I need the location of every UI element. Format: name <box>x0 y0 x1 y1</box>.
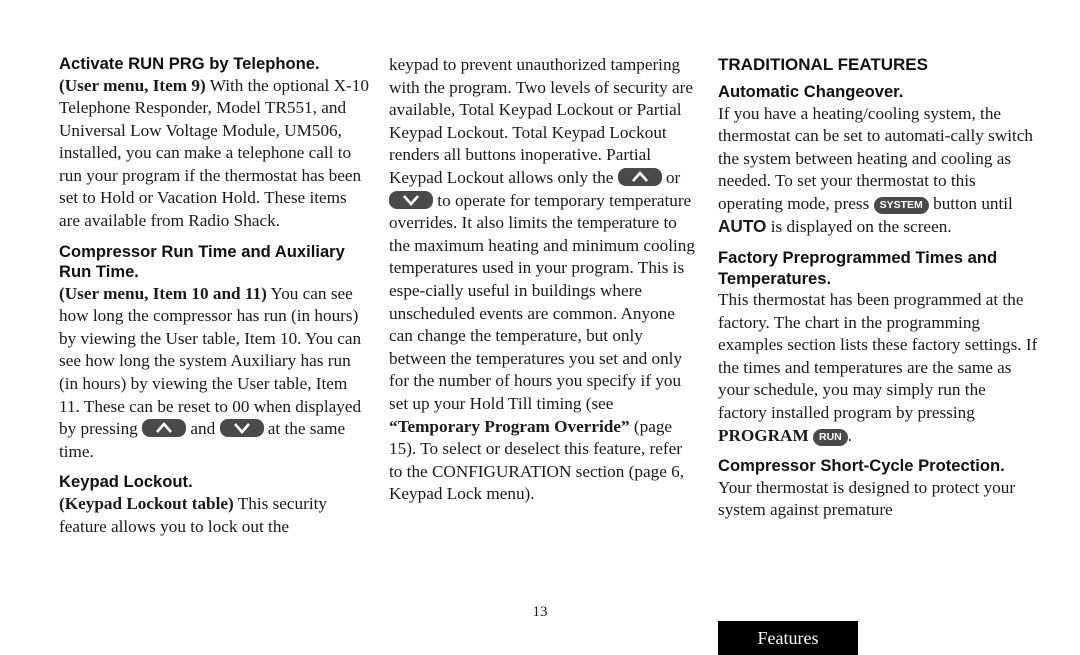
body-text: or <box>661 167 681 187</box>
down-arrow-icon <box>389 190 433 209</box>
program-label: PROGRAM <box>718 425 809 445</box>
body-text: is displayed on the screen. <box>766 217 952 237</box>
paragraph-activate-run-prg: (User menu, Item 9) With the optional X-… <box>59 75 369 233</box>
paragraph-compressor-short-cycle: Your thermostat is designed to protect y… <box>718 477 1016 520</box>
page-number: 13 <box>532 604 548 620</box>
heading-factory-preprogrammed: Factory Preprogrammed Times and Temperat… <box>718 248 998 288</box>
table-reference: (Keypad Lockout table) <box>59 493 234 513</box>
body-text: button until <box>928 193 1013 213</box>
heading-activate-run-prg: Activate RUN PRG by Telephone. <box>59 54 320 73</box>
body-text: and <box>186 419 220 439</box>
down-arrow-icon <box>219 419 264 438</box>
up-arrow-icon <box>617 167 662 186</box>
section-tab: Features <box>718 621 858 655</box>
column-1: Activate RUN PRG by Telephone. (User men… <box>59 54 369 538</box>
heading-keypad-lockout: Keypad Lockout. <box>59 472 193 492</box>
system-button-icon: SYSTEM <box>873 196 929 214</box>
up-arrow-icon <box>142 419 187 438</box>
body-text: to operate for temporary temperature ove… <box>389 190 695 413</box>
paragraph-keypad-lockout-continued: keypad to prevent unauthorized tampering… <box>389 54 699 506</box>
section-title: TRADITIONAL FEATURES <box>718 55 928 74</box>
body-text: press <box>833 193 874 213</box>
body-text: With the optional X-10 Telephone Respond… <box>59 75 369 231</box>
auto-mode-label: AUTO <box>718 216 767 237</box>
heading-compressor-short-cycle: Compressor Short-Cycle Protection. <box>718 456 1005 476</box>
paragraph-compressor-run-time: (User menu, Item 10 and 11) You can see … <box>59 283 369 464</box>
heading-compressor-run-time: Compressor Run Time and Auxiliary Run Ti… <box>59 241 345 282</box>
body-text: This thermostat has been programmed at t… <box>718 290 1038 423</box>
column-3: TRADITIONAL FEATURES Automatic Changeove… <box>718 54 1038 522</box>
run-button-icon: RUN <box>813 428 848 446</box>
paragraph-keypad-lockout: (Keypad Lockout table) This security fea… <box>59 493 369 538</box>
paragraph-factory-preprogrammed: This thermostat has been programmed at t… <box>718 289 1038 447</box>
body-text: You can see how long the compressor has … <box>59 283 362 439</box>
heading-automatic-changeover: Automatic Changeover. <box>718 82 904 101</box>
paragraph-automatic-changeover: If you have a heating/cooling system, th… <box>718 103 1038 240</box>
menu-reference: (User menu, Item 9) <box>59 75 206 95</box>
column-2: keypad to prevent unauthorized tampering… <box>389 54 699 506</box>
cross-reference: “Temporary Program Override” <box>389 416 630 436</box>
menu-reference: (User menu, Item 10 and 11) <box>59 283 267 303</box>
body-text: . <box>847 425 853 445</box>
